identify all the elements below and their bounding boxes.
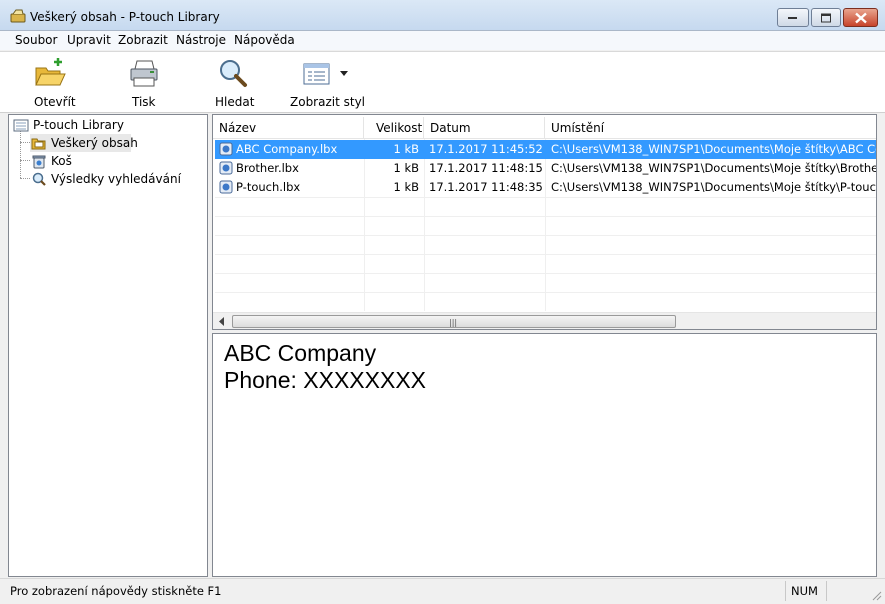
toolbar: Otevřít Tisk Hledat Zobrazit styl — [0, 51, 885, 113]
open-label: Otevřít — [34, 95, 76, 109]
status-bar: Pro zobrazení nápovědy stiskněte F1 NUM — [0, 578, 885, 604]
cell-size: 1 kB — [393, 161, 419, 175]
menu-tools[interactable]: Nástroje — [176, 33, 226, 47]
table-row[interactable]: ABC Company.lbx 1 kB 17.1.2017 11:45:52 … — [215, 140, 876, 159]
printer-icon — [130, 60, 158, 87]
cell-date: 17.1.2017 11:48:35 — [429, 180, 543, 194]
lbx-file-icon — [219, 142, 233, 156]
column-size[interactable]: Velikost — [364, 117, 424, 139]
library-icon — [13, 119, 29, 132]
preview-line-2: Phone: XXXXXXXX — [224, 367, 427, 393]
open-button[interactable]: Otevřít — [30, 56, 76, 112]
column-location[interactable]: Umístění — [545, 117, 876, 139]
menu-bar: Soubor Upravit Zobrazit Nástroje Nápověd… — [0, 31, 885, 50]
cell-size: 1 kB — [393, 180, 419, 194]
menu-view[interactable]: Zobrazit — [118, 33, 168, 47]
menu-file[interactable]: Soubor — [15, 33, 57, 47]
menu-edit[interactable]: Upravit — [67, 33, 111, 47]
search-button[interactable]: Hledat — [214, 56, 255, 112]
cell-name: ABC Company.lbx — [236, 142, 338, 156]
cell-location: C:\Users\VM138_WIN7SP1\Documents\Moje št… — [551, 180, 877, 194]
resize-grip-icon[interactable] — [870, 589, 882, 601]
maximize-button[interactable] — [811, 8, 841, 27]
print-label: Tisk — [132, 95, 156, 109]
tree-item-label: Koš — [51, 154, 72, 168]
minimize-icon — [788, 16, 797, 19]
folder-open-icon — [31, 138, 46, 150]
tree-item-search-results[interactable]: Výsledky vyhledávání — [30, 170, 181, 188]
column-name[interactable]: Název — [213, 117, 364, 139]
list-header: Název Velikost Datum Umístění — [213, 117, 876, 139]
cell-size: 1 kB — [393, 142, 419, 156]
table-row[interactable]: P-touch.lbx 1 kB 17.1.2017 11:48:35 C:\U… — [215, 178, 877, 197]
preview-line-1: ABC Company — [224, 340, 377, 366]
title-bar[interactable]: Veškerý obsah - P-touch Library — [0, 0, 885, 31]
lbx-file-icon — [219, 180, 233, 194]
table-row[interactable]: Brother.lbx 1 kB 17.1.2017 11:48:15 C:\U… — [215, 159, 877, 178]
close-button[interactable] — [843, 8, 878, 27]
print-button[interactable]: Tisk — [128, 56, 160, 112]
menu-help[interactable]: Nápověda — [234, 33, 295, 47]
open-folder-icon — [35, 58, 66, 86]
view-list-icon — [303, 63, 330, 85]
dropdown-arrow-icon[interactable] — [340, 71, 348, 77]
search-results-icon — [32, 172, 46, 186]
minimize-button[interactable] — [777, 8, 809, 27]
magnifier-icon — [220, 60, 247, 87]
cell-date: 17.1.2017 11:45:52 — [429, 142, 543, 156]
trash-icon — [32, 155, 46, 169]
library-tree: P-touch Library Veškerý obsah Koš Výsled… — [8, 114, 208, 577]
cell-location: C:\Users\VM138_WIN7SP1\Documents\Moje št… — [551, 142, 876, 156]
horizontal-scrollbar[interactable]: ||| — [213, 312, 876, 329]
cell-name: P-touch.lbx — [236, 180, 301, 194]
column-date[interactable]: Datum — [424, 117, 545, 139]
maximize-icon — [821, 13, 831, 22]
search-label: Hledat — [215, 95, 255, 109]
tree-item-label: Veškerý obsah — [51, 136, 138, 150]
tree-item-trash[interactable]: Koš — [30, 152, 90, 170]
view-style-button[interactable]: Zobrazit styl — [290, 56, 365, 112]
close-icon — [854, 12, 867, 23]
status-text: Pro zobrazení nápovědy stiskněte F1 — [10, 584, 222, 598]
cell-date: 17.1.2017 11:48:15 — [429, 161, 543, 175]
cell-name: Brother.lbx — [236, 161, 299, 175]
scrollbar-thumb[interactable]: ||| — [232, 315, 676, 328]
scroll-left-icon[interactable] — [214, 313, 231, 330]
tree-item-all-content[interactable]: Veškerý obsah — [30, 134, 138, 152]
file-list: Název Velikost Datum Umístění ABC Compan… — [212, 114, 877, 330]
app-window: Veškerý obsah - P-touch Library Soubor U… — [0, 0, 885, 604]
ptouch-app-icon — [10, 9, 26, 23]
num-lock-indicator: NUM — [791, 584, 818, 598]
view-style-label: Zobrazit styl — [290, 95, 366, 109]
window-title: Veškerý obsah - P-touch Library — [30, 10, 220, 24]
tree-item-label: Výsledky vyhledávání — [51, 172, 181, 186]
tree-root[interactable]: P-touch Library — [12, 116, 132, 134]
cell-location: C:\Users\VM138_WIN7SP1\Documents\Moje št… — [551, 161, 877, 175]
lbx-file-icon — [219, 161, 233, 175]
tree-root-label: P-touch Library — [33, 118, 124, 132]
label-preview: ABC Company Phone: XXXXXXXX — [212, 333, 877, 577]
grip-icon: ||| — [449, 318, 458, 327]
